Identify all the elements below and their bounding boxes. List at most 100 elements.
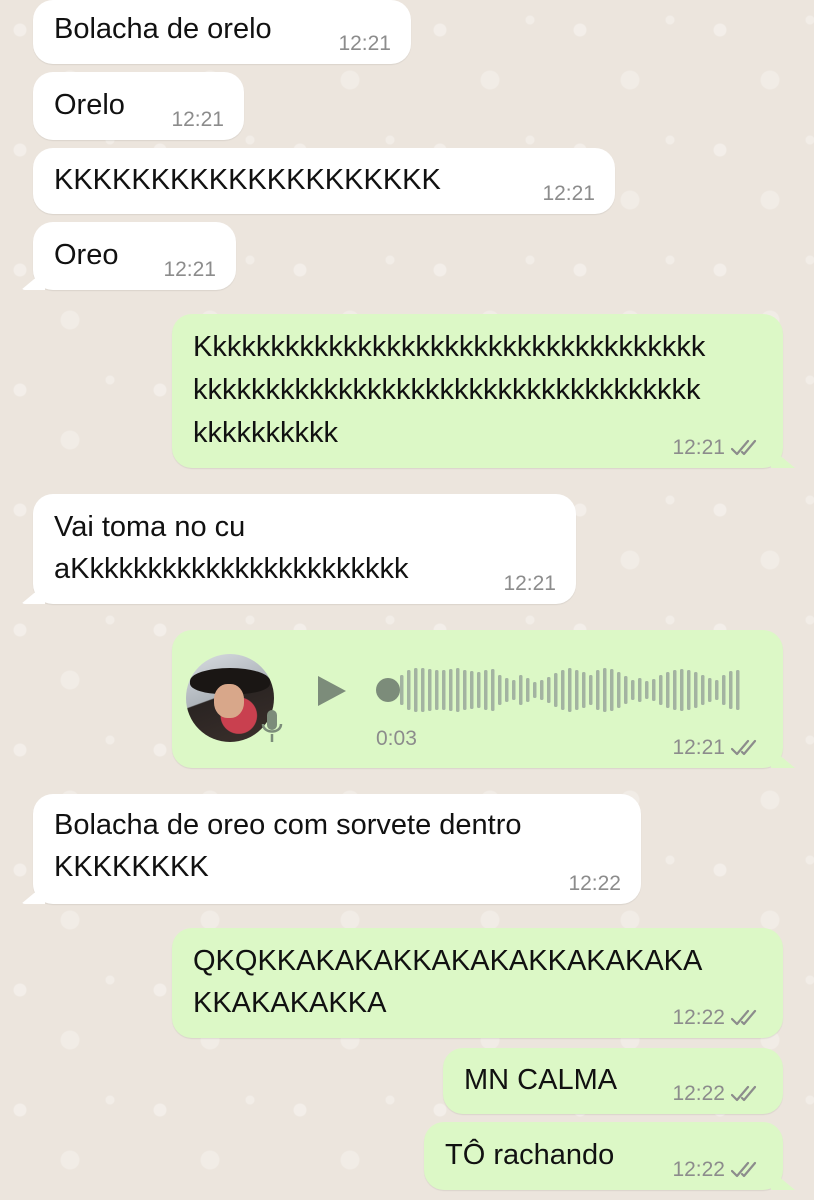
message-text: Orelo [54,89,125,121]
message-time: 12:21 [163,258,216,281]
message-outgoing[interactable]: Kkkkkkkkkkkkkkkkkkkkkkkkkkkkkkkkkkk kkkk… [172,314,783,468]
waveform-bar [421,668,425,712]
message-time: 12:21 [503,572,556,595]
message-incoming[interactable]: Bolacha de oreo com sorvete dentro KKKKK… [33,794,641,904]
message-meta: 12:21 [542,182,595,206]
audio-waveform[interactable] [386,664,746,716]
waveform-bar [687,670,691,710]
waveform-bar [400,675,404,705]
chat-conversation: Bolacha de orelo 12:21 Orelo 12:21 KKKKK… [0,0,814,1200]
waveform-bar [442,670,446,710]
waveform-bar [582,672,586,708]
message-text: kkkkkkkkkkkkkkkkkkkkkkkkkkkkkkkkkkk [193,374,701,406]
waveform-bar [694,672,698,708]
message-time: 12:22 [672,1006,725,1029]
waveform-bar [477,672,481,708]
double-check-icon [731,439,757,456]
message-text: kkkkkkkkkk [193,417,338,449]
message-incoming[interactable]: Vai toma no cu aKkkkkkkkkkkkkkkkkkkkkkk … [33,494,576,604]
waveform-bar [617,672,621,708]
waveform-bar [540,680,544,700]
message-time: 12:22 [672,1158,725,1181]
waveform-bar [624,676,628,704]
waveform-bar [680,669,684,711]
double-check-icon [731,1161,757,1178]
message-text: aKkkkkkkkkkkkkkkkkkkkkkk [54,553,409,585]
message-meta: 12:22 [568,872,621,896]
waveform-bar [575,670,579,710]
waveform-bar [729,671,733,709]
message-time: 12:22 [672,1082,725,1105]
waveform-bar [512,680,516,700]
double-check-icon [731,1009,757,1026]
message-text: Oreo [54,239,119,271]
message-incoming[interactable]: Bolacha de orelo 12:21 [33,0,411,64]
message-outgoing[interactable]: TÔ rachando 12:22 [424,1122,783,1190]
message-text: KKKKKKKKKKKKKKKKKKKK [54,164,441,196]
waveform-bar [519,675,523,705]
message-outgoing[interactable]: QKQKKAKAKAKKAKAKAKKAKAKAKA KKAKAKAKKA 12… [172,928,783,1038]
waveform-bar [526,678,530,702]
message-incoming[interactable]: Orelo 12:21 [33,72,244,140]
waveform-bar [463,670,467,710]
waveform-bar [568,668,572,712]
voice-duration: 0:03 [376,727,417,750]
message-time: 12:21 [338,32,391,55]
message-text: KKAKAKAKKA [193,987,387,1019]
message-time: 12:21 [672,736,725,759]
playback-scrubber[interactable] [376,678,400,702]
message-meta: 12:22 [672,1082,763,1106]
message-meta: 12:22 [672,1158,763,1182]
waveform-bar [491,669,495,711]
message-text: QKQKKAKAKAKKAKAKAKKAKAKAKA [193,945,703,977]
waveform-bar [610,669,614,711]
message-meta: 12:21 [672,736,763,760]
message-text: Kkkkkkkkkkkkkkkkkkkkkkkkkkkkkkkkkkk [193,331,706,363]
play-icon[interactable] [316,674,348,708]
waveform-bar [533,682,537,698]
waveform-bar [547,677,551,703]
message-incoming[interactable]: Oreo 12:21 [33,222,236,290]
message-meta: 12:21 [338,32,391,56]
waveform-bar [484,670,488,710]
message-incoming[interactable]: KKKKKKKKKKKKKKKKKKKK 12:21 [33,148,615,214]
message-time: 12:21 [542,182,595,205]
message-time: 12:21 [672,436,725,459]
message-text: Vai toma no cu [54,511,246,543]
waveform-bar [715,680,719,700]
waveform-bar [414,668,418,712]
voice-message[interactable]: 0:03 12:21 [172,630,783,768]
waveform-bar [428,669,432,711]
message-text: Bolacha de oreo com sorvete dentro [54,809,522,841]
message-outgoing[interactable]: MN CALMA 12:22 [443,1048,783,1114]
waveform-bar [435,670,439,710]
waveform-bar [407,670,411,710]
message-meta: 12:21 [672,436,763,460]
waveform-bar [652,679,656,701]
message-meta: 12:21 [163,258,216,282]
waveform-bar [470,671,474,709]
message-meta: 12:21 [171,108,224,132]
message-time: 12:21 [171,108,224,131]
waveform-bar [498,675,502,705]
waveform-bar [589,675,593,705]
waveform-bar [631,680,635,700]
message-text: MN CALMA [464,1064,618,1096]
waveform-bar [722,675,726,705]
double-check-icon [731,1085,757,1102]
waveform-bar [736,670,740,710]
waveform-bar [449,669,453,711]
message-meta: 12:21 [503,572,556,596]
waveform-bar [596,670,600,710]
waveform-bar [659,675,663,705]
microphone-icon [261,710,283,742]
waveform-bar [603,668,607,712]
waveform-bar [645,681,649,699]
waveform-bar [554,673,558,707]
message-text: Bolacha de orelo [54,13,272,45]
message-time: 12:22 [568,872,621,895]
message-meta: 12:22 [672,1006,763,1030]
message-text: TÔ rachando [445,1139,615,1171]
waveform-bar [708,678,712,702]
waveform-bar [561,670,565,710]
